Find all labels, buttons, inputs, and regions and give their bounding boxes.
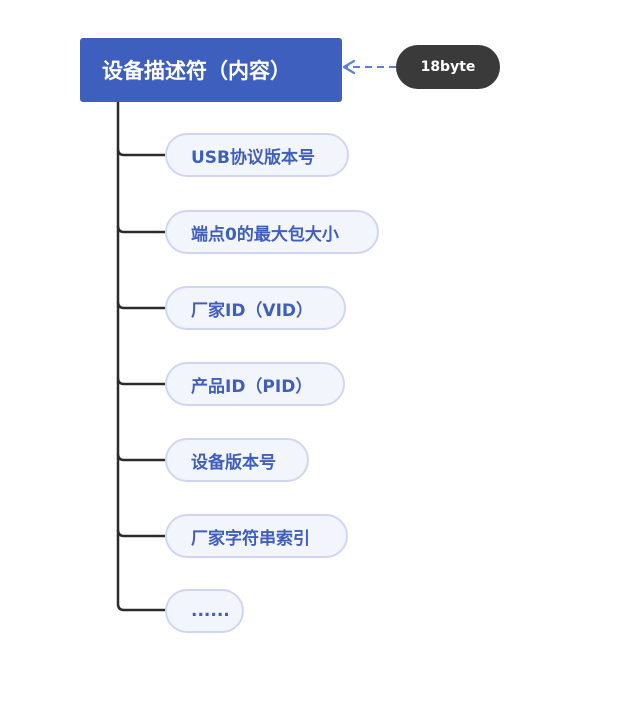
branch-line [116,225,165,234]
child-topic-device-version[interactable]: 设备版本号 [165,438,309,482]
connector-lines [116,59,396,612]
child-topic-vendor-id[interactable]: 厂家ID（VID） [165,286,346,330]
branch-line [116,453,165,462]
child-topic-product-id[interactable]: 产品ID（PID） [165,362,345,406]
branch-line [116,529,165,538]
branch-line [116,148,165,157]
child-topic-usb-version[interactable]: USB协议版本号 [165,133,349,177]
child-topic-ellipsis[interactable]: ...... [165,589,244,633]
arrow-head-icon [342,59,356,75]
branch-line [116,301,165,310]
root-topic[interactable]: 设备描述符（内容） [80,38,342,102]
size-note-badge[interactable]: 18byte [396,45,500,89]
tree-trunk-line [116,102,165,612]
child-topic-ep0-max-packet[interactable]: 端点0的最大包大小 [165,210,379,254]
child-topic-vendor-string-index[interactable]: 厂家字符串索引 [165,514,348,558]
branch-line [116,377,165,386]
